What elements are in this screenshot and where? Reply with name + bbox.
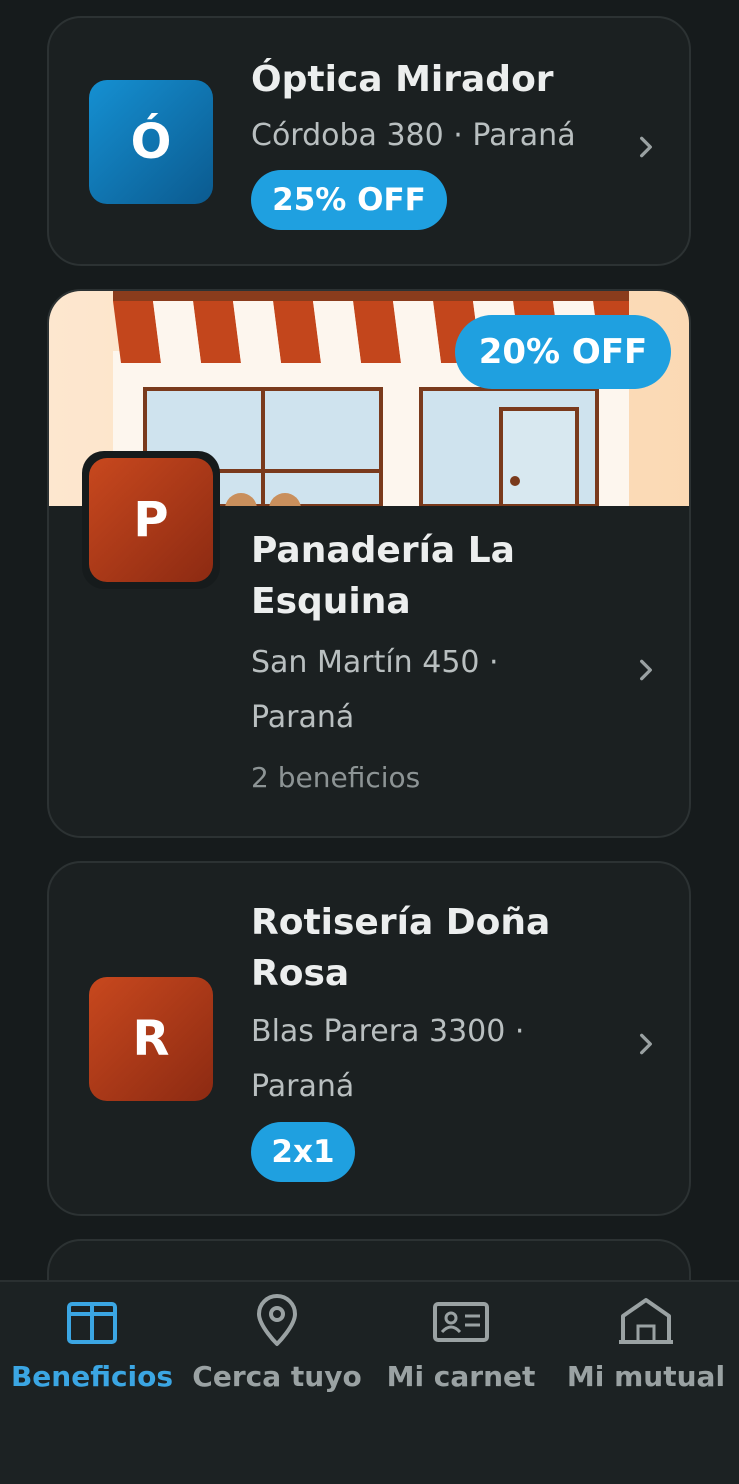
id-card-icon [433, 1302, 489, 1342]
nav-beneficios[interactable]: Beneficios [0, 1294, 184, 1393]
merchant-card-panaderia[interactable]: 20% OFF P Panadería La Esquina San Martí… [47, 289, 691, 838]
chevron-right-icon [640, 1033, 652, 1055]
merchant-name-line2: Rosa [251, 953, 350, 994]
gift-icon [67, 1302, 117, 1344]
nav-label: Cerca tuyo [192, 1360, 362, 1393]
discount-badge: 20% OFF [455, 315, 671, 389]
benefits-count: 2 beneficios [251, 761, 421, 794]
nav-mi-carnet[interactable]: Mi carnet [369, 1294, 553, 1393]
merchant-address-line2: Paraná [251, 700, 355, 735]
building-icon [619, 1298, 673, 1344]
merchant-name: Panadería La [251, 530, 515, 571]
merchant-name-line2: Esquina [251, 581, 411, 622]
merchant-logo: R [89, 977, 213, 1101]
discount-badge: 25% OFF [251, 170, 447, 230]
merchant-card-rotiseria[interactable]: R Rotisería Doña Rosa Blas Parera 3300 ·… [47, 861, 691, 1216]
nav-label: Beneficios [10, 1360, 174, 1393]
nav-mi-mutual[interactable]: Mi mutual [554, 1294, 738, 1393]
merchant-logo: P [89, 458, 213, 582]
merchant-address-line2: Paraná [251, 1069, 355, 1104]
chevron-right-icon [640, 136, 652, 158]
nav-label: Mi mutual [566, 1360, 726, 1393]
merchant-address: Blas Parera 3300 · [251, 1014, 525, 1049]
chevron-right-icon [640, 659, 652, 681]
discount-badge: 2x1 [251, 1122, 355, 1182]
merchant-address: San Martín 450 · [251, 645, 499, 680]
merchant-logo: Ó [89, 80, 213, 204]
merchant-name: Rotisería Doña [251, 902, 551, 943]
merchant-address: Córdoba 380 · Paraná [251, 118, 576, 153]
location-pin-icon [257, 1294, 297, 1346]
merchant-card-optica[interactable]: Ó Óptica Mirador Córdoba 380 · Paraná 25… [47, 16, 691, 266]
nav-cerca-tuyo[interactable]: Cerca tuyo [185, 1294, 369, 1393]
bottom-nav: Beneficios Cerca tuyo Mi carnet Mi mutua… [0, 1280, 739, 1484]
merchant-name: Óptica Mirador [251, 59, 554, 100]
nav-label: Mi carnet [386, 1360, 536, 1393]
